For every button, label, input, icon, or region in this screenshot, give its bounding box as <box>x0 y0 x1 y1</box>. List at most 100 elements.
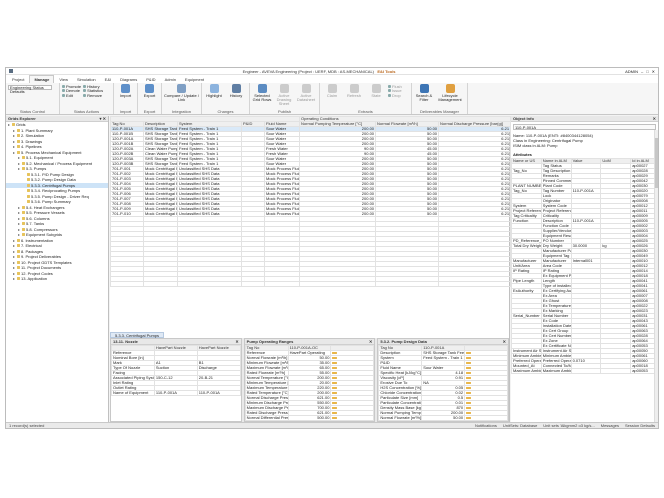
grid-cell[interactable]: Mock Centrifugal Pump <box>143 191 178 197</box>
panel-cell[interactable]: SHS Storage Tank Feed... <box>421 350 466 356</box>
column-header[interactable]: Normal Discharge Pressure [bar(g)] <box>438 121 512 127</box>
notifications-button[interactable]: Notifications <box>475 423 497 428</box>
grid-cell[interactable]: Mock Process Fluid <box>263 191 301 197</box>
grid-cell[interactable]: SHS Storage Tank Feed Pump <box>143 126 178 132</box>
grid-cell[interactable]: Mock Process Fluid <box>263 166 301 172</box>
design-close-icon[interactable]: ✕ <box>503 339 506 344</box>
attribute-row[interactable]: Maximum Ambient TeMaximum Ambient Tempap… <box>511 368 658 374</box>
grid-cell[interactable]: Mock Centrifugal Pump <box>143 196 178 202</box>
panel-cell[interactable]: HavePart Operating <box>287 350 332 356</box>
expand-chevron-icon[interactable]: ▸ <box>13 150 16 156</box>
panel-cell[interactable]: 110-P-001A <box>196 390 241 396</box>
panel-cell[interactable]: Feed System - Train 1 <box>421 355 466 361</box>
search-filter-button[interactable]: Search & Filter <box>414 84 434 102</box>
attribute-row[interactable]: Preferred OperatingPreferred Operating T… <box>511 358 658 364</box>
grid-cell[interactable]: Mock Process Fluid <box>263 201 301 207</box>
grid-cell[interactable]: Mock Process Fluid <box>263 211 301 217</box>
expand-chevron-icon[interactable]: ▸ <box>13 276 16 282</box>
grid-cell[interactable]: SHS Storage Tank Feed Pump <box>143 131 178 137</box>
folder-icon <box>17 238 20 242</box>
scroll-thumb[interactable] <box>655 138 658 188</box>
attribute-cell: Manufacturer <box>511 258 542 264</box>
grid-cell[interactable]: SHS Storage Tank Feed Pump <box>143 136 178 142</box>
user-label[interactable]: ADMIN <box>625 69 638 74</box>
grid-cell[interactable]: Mock Centrifugal Pump <box>143 201 178 207</box>
remove-button[interactable]: Remove <box>83 93 103 98</box>
export-icon <box>145 84 154 93</box>
grid-cell[interactable]: Clean Water Pump <box>143 151 178 157</box>
import-icon <box>121 84 130 93</box>
active-drawing-button[interactable]: Active Drawing Sheet <box>274 84 294 106</box>
unit-icon <box>332 386 338 389</box>
grid-cell[interactable]: Clean Water Pump <box>143 146 178 152</box>
minimize-icon[interactable]: – <box>641 69 643 74</box>
grid-cell[interactable]: Mock Centrifugal Pump <box>143 176 178 182</box>
selected-grid-rows-button[interactable]: Selected Grid Rows <box>252 84 272 102</box>
compare-update-button[interactable]: Compare / Update / Link <box>164 84 199 102</box>
tab-project[interactable]: Project <box>8 76 28 83</box>
attr-column-header[interactable]: Name in ALM <box>540 158 572 164</box>
pin-icon[interactable]: ▾ ✕ <box>100 116 106 121</box>
expand-chevron-icon[interactable]: ▸ <box>8 122 11 128</box>
attribute-cell[interactable] <box>570 368 602 374</box>
expand-chevron-icon[interactable]: ▸ <box>18 166 21 172</box>
claim-button[interactable]: Claim <box>322 84 342 98</box>
session-defaults-button[interactable]: Session Defaults <box>625 423 655 428</box>
unit-icon <box>466 391 472 394</box>
attribute-row[interactable]: Manufacturer Manufacturer Internal001 ap000… <box>511 258 658 264</box>
grid-cell[interactable]: Mock Process Fluid <box>263 181 301 187</box>
grid-cell[interactable]: Mock Process Fluid <box>263 176 301 182</box>
state-button[interactable]: State <box>366 84 386 98</box>
tree-node[interactable]: ▸ 13. Application <box>6 276 108 282</box>
attribute-cell: Serial_Number <box>511 313 542 319</box>
grid-cell[interactable]: Mock Process Fluid <box>263 196 301 202</box>
tab-admin[interactable]: Admin <box>161 76 180 83</box>
grid-cell[interactable]: Mock Process Fluid <box>263 206 301 212</box>
status-default-field[interactable]: Engineering Status Defaults <box>8 85 52 94</box>
empty-cell <box>143 281 178 287</box>
panel-cell[interactable]: 110-P-001A <box>153 390 198 396</box>
history-button[interactable]: History <box>226 84 246 98</box>
active-datasheet-button[interactable]: Active Datasheet <box>296 84 316 102</box>
grid-cell[interactable]: Mock Centrifugal Pump <box>143 166 178 172</box>
app-menu-icon[interactable] <box>9 69 13 73</box>
object-tag-field[interactable]: 110-P-001A <box>513 124 656 130</box>
grid-cell[interactable]: SHS Storage Tank Feed Pump <box>143 141 178 147</box>
drop-button[interactable]: Drop <box>388 93 402 98</box>
export-button[interactable]: Export <box>140 84 159 98</box>
tab-diagrams[interactable]: Diagrams <box>116 76 141 83</box>
grid-cell[interactable]: Mock Centrifugal Pump <box>143 171 178 177</box>
grid-cell[interactable]: SHS Storage Tank Feed Pump <box>143 161 178 167</box>
object-info-scrollbar[interactable] <box>654 130 658 422</box>
edit-button[interactable]: Edit <box>62 93 81 98</box>
grid-cell[interactable]: Mock Centrifugal Pump <box>143 206 178 212</box>
close-icon[interactable]: ✕ <box>652 69 655 74</box>
maximize-icon[interactable]: □ <box>646 69 648 74</box>
unit-icon <box>332 401 338 404</box>
grid-cell[interactable]: Mock Process Fluid <box>263 186 301 192</box>
nozzle-close-icon[interactable]: ✕ <box>235 339 238 344</box>
grid-cell[interactable]: Mock Centrifugal Pump <box>143 181 178 187</box>
tab-pid[interactable]: P&ID <box>142 76 159 83</box>
tab-equipment[interactable]: Equipment <box>181 76 208 83</box>
grid-cell[interactable]: Mock Centrifugal Pump <box>143 186 178 192</box>
export-label: Export <box>143 93 156 98</box>
highlight-button[interactable]: Highlight <box>204 84 224 98</box>
grid-cell[interactable]: SHS Storage Tank Feed Pump <box>143 156 178 162</box>
attribute-row[interactable]: Total Dry Weight Dry Weight 30.0000 kg ap000… <box>511 243 658 249</box>
lifecycle-button[interactable]: Lifecycle Management <box>436 84 464 102</box>
tab-view[interactable]: View <box>55 76 72 83</box>
grid-cell[interactable]: Mock Centrifugal Pump <box>143 211 178 217</box>
object-info-close-icon[interactable]: ✕ <box>653 116 656 121</box>
grid-cell[interactable]: Mock Process Fluid <box>263 171 301 177</box>
tab-manage[interactable]: Manage <box>29 75 55 83</box>
related-panels: 13-11. Nozzle ✕ HavePart Nozzle HavePart N… <box>110 338 510 422</box>
tab-e-and-i[interactable]: E&I <box>101 76 115 83</box>
messages-button[interactable]: Messages <box>601 423 619 428</box>
ranges-close-icon[interactable]: ✕ <box>369 339 372 344</box>
tab-simulation[interactable]: Simulation <box>73 76 100 83</box>
refresh-button[interactable]: Refresh <box>344 84 364 98</box>
table-row[interactable]: Name of Equipment 110-P-001A 110-P-001A <box>111 390 241 396</box>
panel-cell: Chloride Concentration [%] <box>378 390 423 396</box>
import-button[interactable]: Import <box>116 84 135 98</box>
